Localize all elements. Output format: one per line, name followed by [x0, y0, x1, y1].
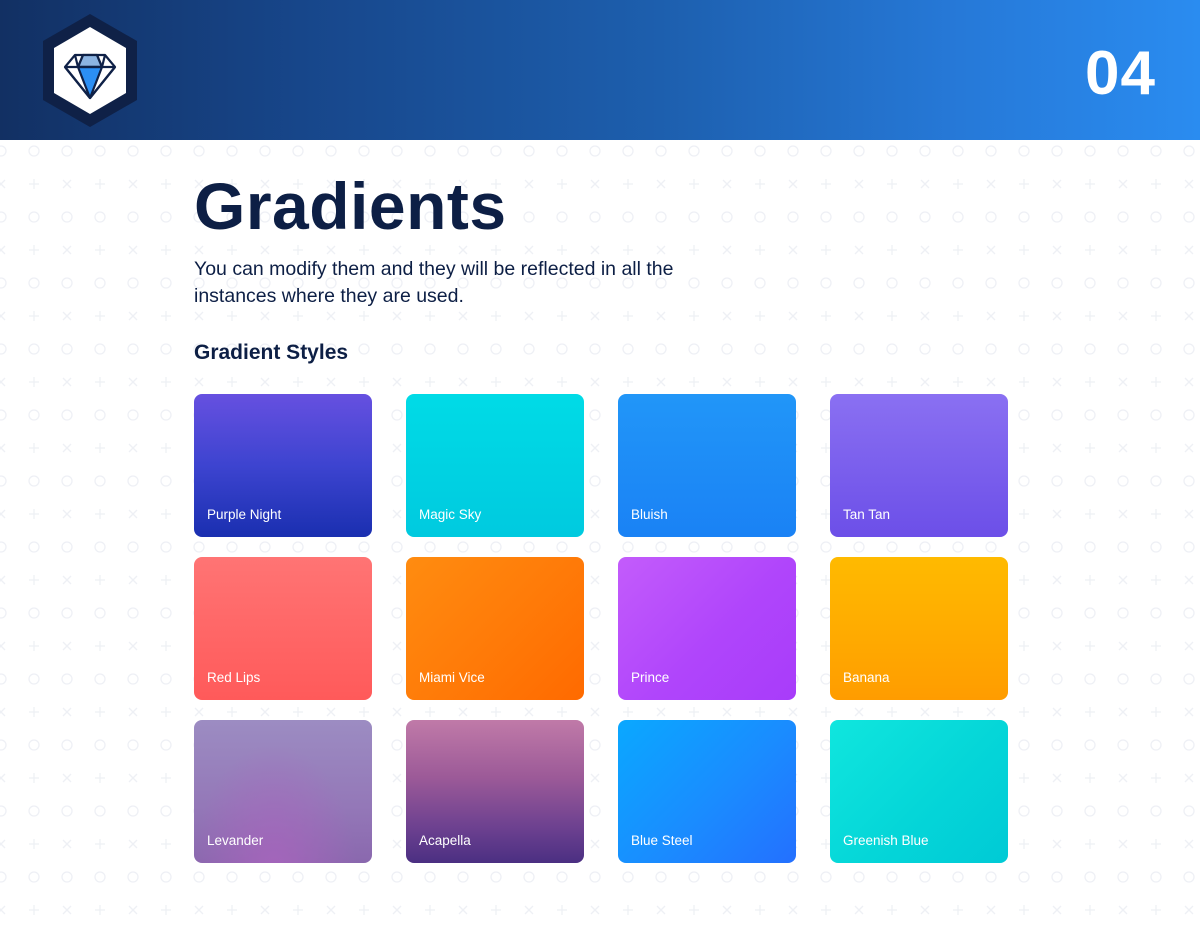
section-title: Gradient Styles	[194, 341, 349, 364]
swatch-label: Miami Vice	[419, 670, 485, 685]
gradient-swatch-magic-sky[interactable]: Magic Sky	[406, 394, 584, 537]
diamond-icon	[40, 14, 140, 127]
gradient-swatch-acapella[interactable]: Acapella	[406, 720, 584, 863]
page-number: 04	[1085, 39, 1156, 108]
swatch-label: Prince	[631, 670, 670, 685]
gradient-swatch-prince[interactable]: Prince	[618, 557, 796, 700]
page-description: You can modify them and they will be ref…	[194, 258, 674, 307]
gradient-swatch-tan-tan[interactable]: Tan Tan	[830, 394, 1008, 537]
swatch-label: Greenish Blue	[843, 833, 929, 848]
header-banner: 04	[0, 0, 1200, 140]
gradient-swatch-purple-night[interactable]: Purple Night	[194, 394, 372, 537]
swatch-label: Blue Steel	[631, 833, 693, 848]
gradient-swatch-levander[interactable]: Levander	[194, 720, 372, 863]
gradient-swatch-grid: Purple Night Magic Sky Bluish Tan Tan Re…	[194, 394, 1008, 863]
swatch-label: Red Lips	[207, 670, 261, 685]
gradient-swatch-bluish[interactable]: Bluish	[618, 394, 796, 537]
swatch-label: Purple Night	[207, 507, 282, 522]
page-title: Gradients	[194, 169, 507, 243]
swatch-label: Tan Tan	[843, 507, 891, 522]
swatch-label: Acapella	[419, 833, 471, 848]
gradient-swatch-miami-vice[interactable]: Miami Vice	[406, 557, 584, 700]
gradient-swatch-banana[interactable]: Banana	[830, 557, 1008, 700]
gradient-swatch-greenish-blue[interactable]: Greenish Blue	[830, 720, 1008, 863]
swatch-label: Bluish	[631, 507, 668, 522]
swatch-label: Magic Sky	[419, 507, 482, 522]
swatch-label: Levander	[207, 833, 264, 848]
gradient-swatch-red-lips[interactable]: Red Lips	[194, 557, 372, 700]
gradient-swatch-blue-steel[interactable]: Blue Steel	[618, 720, 796, 863]
swatch-label: Banana	[843, 670, 890, 685]
